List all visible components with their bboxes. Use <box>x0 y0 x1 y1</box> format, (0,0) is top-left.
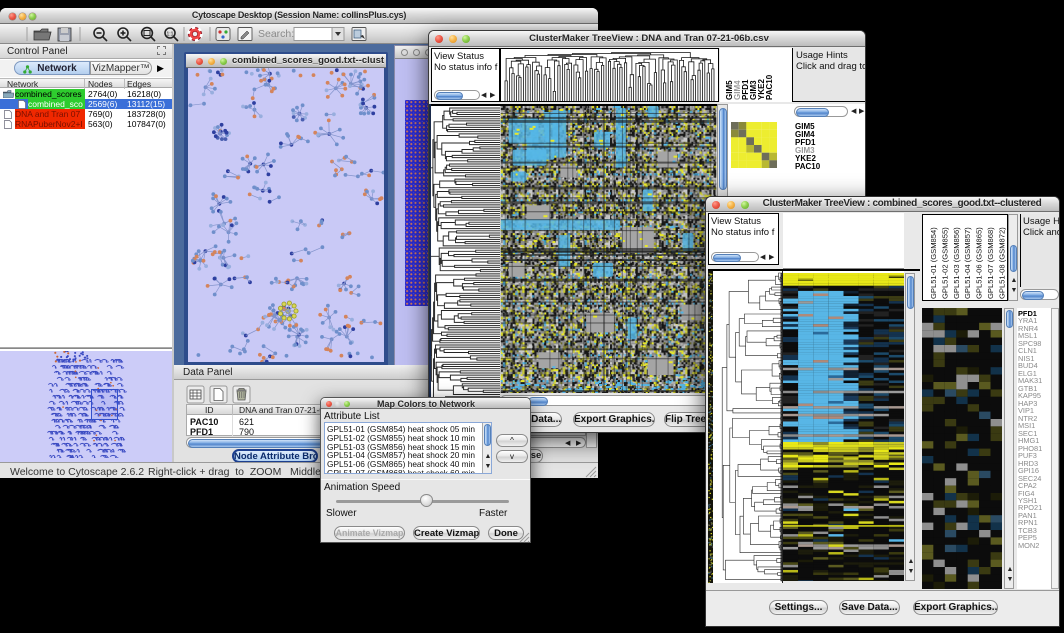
svg-text:1:1: 1:1 <box>167 32 174 38</box>
svg-text:GPL51-01 (GSM854): GPL51-01 (GSM854) <box>929 227 938 299</box>
svg-text:GPL51-04 (GSM857): GPL51-04 (GSM857) <box>963 227 972 299</box>
svg-text:GPL51-08 (GSM872): GPL51-08 (GSM872) <box>997 227 1006 299</box>
svg-text:GPL51-06 (GSM865): GPL51-06 (GSM865) <box>975 227 984 299</box>
svg-text:GPL51-07 (GSM868): GPL51-07 (GSM868) <box>986 227 995 299</box>
svg-text:Search:: Search: <box>258 28 294 40</box>
svg-text:PAC10: PAC10 <box>765 74 774 100</box>
svg-text:GPL51-03 (GSM856): GPL51-03 (GSM856) <box>952 227 961 299</box>
svg-text:GPL51-02 (GSM855): GPL51-02 (GSM855) <box>940 227 949 299</box>
